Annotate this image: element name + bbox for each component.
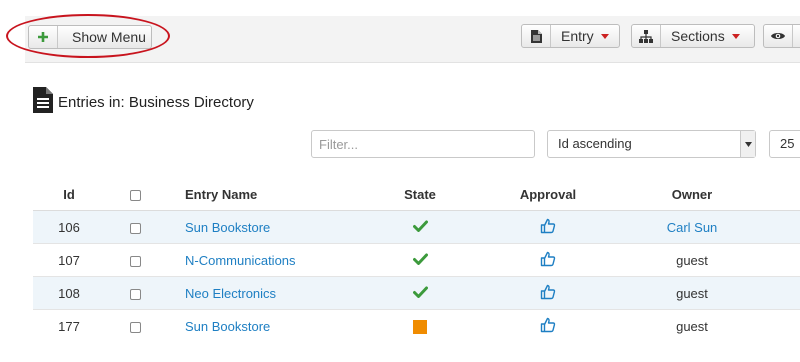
check-icon[interactable]: [412, 286, 428, 301]
entry-label: Entry: [561, 28, 594, 44]
column-header-id[interactable]: Id: [33, 178, 105, 211]
filter-input[interactable]: [311, 130, 535, 158]
thumbs-up-icon[interactable]: [540, 317, 556, 336]
entry-id: 106: [33, 210, 105, 244]
entry-name-link[interactable]: Neo Electronics: [185, 286, 276, 301]
eye-icon: [764, 25, 793, 47]
entry-dropdown-button[interactable]: Entry: [521, 24, 620, 48]
entry-name-cell: Neo Electronics: [165, 276, 352, 310]
check-icon[interactable]: [412, 253, 428, 268]
entry-id: 177: [33, 309, 105, 342]
column-header-approval[interactable]: Approval: [488, 178, 608, 211]
row-checkbox[interactable]: [129, 288, 141, 300]
owner-cell: guest: [608, 309, 776, 342]
entry-name-cell: Sun Bookstore: [165, 210, 352, 244]
entries-table: Id Entry Name State Approval Owner 106 Su…: [33, 178, 800, 342]
select-all-checkbox-cell: [105, 178, 165, 211]
table-header-row: Id Entry Name State Approval Owner: [33, 178, 800, 211]
sort-select[interactable]: Id ascending: [547, 130, 756, 158]
limit-select-value: 25: [780, 136, 795, 151]
owner-text: guest: [676, 252, 708, 268]
entry-id: 107: [33, 243, 105, 277]
caret-down-icon: [601, 34, 609, 39]
entry-name-cell: N-Communications: [165, 243, 352, 277]
more-cell: [776, 309, 800, 342]
entry-id: 108: [33, 276, 105, 310]
limit-select[interactable]: 25: [769, 130, 800, 158]
row-checkbox-cell: [105, 309, 165, 342]
row-checkbox[interactable]: [129, 321, 141, 333]
sections-label: Sections: [671, 28, 725, 44]
owner-cell: guest: [608, 276, 776, 310]
entry-name-link[interactable]: Sun Bookstore: [185, 220, 270, 235]
pending-square-icon[interactable]: [413, 319, 427, 334]
state-cell: [352, 210, 488, 244]
highlight-ellipse: [6, 14, 170, 58]
more-cell: [776, 276, 800, 310]
page-title: Entries in: Business Directory: [33, 86, 254, 118]
select-all-checkbox[interactable]: [129, 189, 141, 201]
column-header-more: [776, 178, 800, 211]
state-cell: [352, 276, 488, 310]
table-row: 177 Sun Bookstore guest: [33, 309, 800, 342]
owner-cell: Carl Sun: [608, 210, 776, 244]
sort-select-value: Id ascending: [558, 136, 632, 151]
document-icon: [33, 86, 53, 118]
thumbs-up-icon[interactable]: [540, 251, 556, 270]
state-cell: [352, 309, 488, 342]
view-button[interactable]: [763, 24, 800, 48]
more-cell: [776, 243, 800, 277]
approval-cell: [488, 309, 608, 342]
approval-cell: [488, 276, 608, 310]
sections-dropdown-button[interactable]: Sections: [631, 24, 755, 48]
table-row: 106 Sun Bookstore Carl Sun: [33, 210, 800, 244]
column-header-state[interactable]: State: [352, 178, 488, 211]
owner-cell: guest: [608, 243, 776, 277]
row-checkbox-cell: [105, 276, 165, 310]
page-title-text: Entries in: Business Directory: [58, 93, 254, 111]
caret-down-icon: [732, 34, 740, 39]
approval-cell: [488, 243, 608, 277]
thumbs-up-icon[interactable]: [540, 218, 556, 237]
entry-name-link[interactable]: Sun Bookstore: [185, 319, 270, 334]
row-checkbox[interactable]: [129, 222, 141, 234]
column-header-owner[interactable]: Owner: [608, 178, 776, 211]
column-header-entry-name[interactable]: Entry Name: [165, 178, 352, 211]
approval-cell: [488, 210, 608, 244]
entry-name-cell: Sun Bookstore: [165, 309, 352, 342]
state-cell: [352, 243, 488, 277]
row-checkbox-cell: [105, 243, 165, 277]
select-arrow-icon: [740, 131, 755, 157]
owner-link[interactable]: Carl Sun: [667, 220, 718, 235]
owner-text: guest: [676, 318, 708, 334]
owner-text: guest: [676, 285, 708, 301]
document-icon: [522, 25, 551, 47]
check-icon[interactable]: [412, 220, 428, 235]
table-row: 107 N-Communications guest: [33, 243, 800, 277]
row-checkbox[interactable]: [129, 255, 141, 267]
more-cell: [776, 210, 800, 244]
sitemap-icon: [632, 25, 661, 47]
row-checkbox-cell: [105, 210, 165, 244]
thumbs-up-icon[interactable]: [540, 284, 556, 303]
entry-name-link[interactable]: N-Communications: [185, 253, 296, 268]
table-row: 108 Neo Electronics guest: [33, 276, 800, 310]
